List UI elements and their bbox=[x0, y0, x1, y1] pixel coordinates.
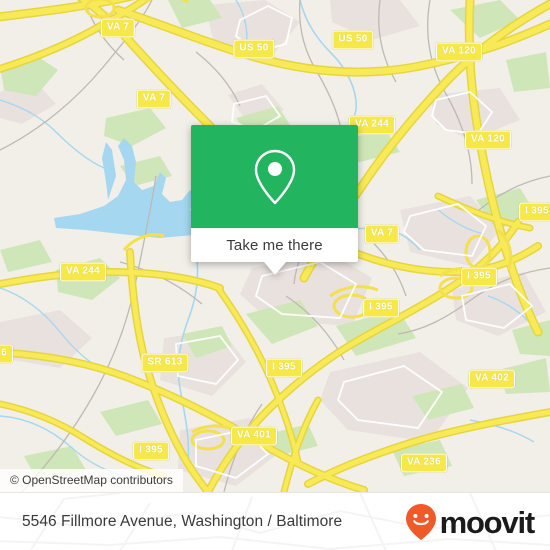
take-me-there-label: Take me there bbox=[226, 236, 323, 254]
road-shield: I 395 bbox=[461, 267, 497, 287]
road-shield: I 395 bbox=[363, 298, 399, 318]
osm-attribution[interactable]: © OpenStreetMap contributors bbox=[0, 469, 183, 492]
road-shield: I 395 bbox=[266, 358, 302, 378]
moovit-logo[interactable]: moovit bbox=[404, 503, 536, 541]
popup-footer[interactable]: Take me there bbox=[191, 228, 358, 262]
popup-header bbox=[191, 125, 358, 228]
road-shield: VA 120 bbox=[435, 42, 483, 62]
road-shield: VA 236 bbox=[400, 453, 448, 473]
road-shield: VA 7 bbox=[100, 18, 136, 38]
popup-pointer-tail bbox=[263, 262, 286, 275]
road-shield: 6 bbox=[0, 344, 13, 364]
road-shield: VA 401 bbox=[230, 426, 278, 446]
road-shield: VA 7 bbox=[364, 224, 400, 244]
moovit-wordmark: moovit bbox=[439, 504, 536, 540]
road-shield: US 50 bbox=[332, 30, 374, 50]
road-shield: VA 7 bbox=[136, 89, 172, 109]
road-shield: SR 613 bbox=[141, 353, 189, 373]
road-shield: VA 120 bbox=[464, 130, 512, 150]
location-popup-card[interactable]: Take me there bbox=[191, 125, 358, 275]
road-shield: I 395 bbox=[133, 441, 169, 461]
moovit-smiling-pin-logo-icon bbox=[405, 504, 436, 540]
map-screenshot: VA 7 US 50 US 50 VA 120 VA 7 VA 244 VA 120 I 39… bbox=[0, 0, 550, 550]
road-shield: VA 244 bbox=[59, 262, 107, 282]
road-shield: I 395 bbox=[519, 202, 550, 222]
address-label: 5546 Fillmore Avenue, Washington / Balti… bbox=[22, 513, 343, 530]
footer-bar: 5546 Fillmore Avenue, Washington / Balti… bbox=[0, 492, 550, 550]
road-shield: VA 402 bbox=[468, 369, 516, 389]
map-canvas[interactable]: VA 7 US 50 US 50 VA 120 VA 7 VA 244 VA 120 I 39… bbox=[0, 0, 550, 492]
map-pin-icon bbox=[254, 149, 295, 204]
road-shield: US 50 bbox=[233, 39, 275, 59]
